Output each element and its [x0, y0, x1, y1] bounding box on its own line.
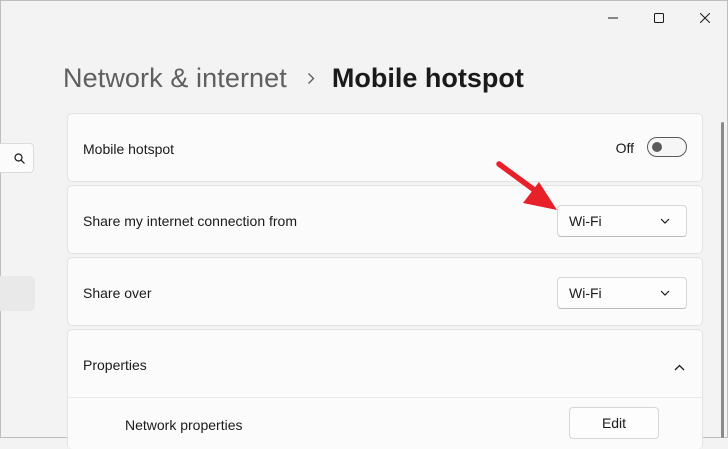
edit-button[interactable]: Edit	[569, 407, 659, 439]
toggle-state-label: Off	[615, 140, 634, 156]
title-bar-controls	[590, 0, 728, 36]
share-from-dropdown[interactable]: Wi-Fi	[557, 205, 687, 237]
chevron-up-icon[interactable]	[674, 358, 685, 376]
close-button[interactable]	[682, 0, 728, 36]
mobile-hotspot-card: Mobile hotspot Off	[67, 113, 703, 182]
minimize-icon	[608, 17, 618, 19]
toggle-knob	[652, 142, 662, 152]
divider	[68, 397, 702, 398]
share-from-value: Wi-Fi	[569, 213, 602, 229]
properties-header[interactable]: Properties	[68, 330, 702, 397]
maximize-button[interactable]	[636, 0, 682, 36]
mobile-hotspot-label: Mobile hotspot	[83, 141, 175, 157]
share-from-card: Share my internet connection from Wi-Fi	[67, 185, 703, 254]
share-over-value: Wi-Fi	[569, 285, 602, 301]
maximize-icon	[654, 13, 664, 23]
breadcrumb-parent-link[interactable]: Network & internet	[63, 63, 287, 94]
breadcrumb: Network & internet Mobile hotspot	[63, 58, 524, 98]
share-over-label: Share over	[83, 285, 152, 301]
share-over-dropdown[interactable]: Wi-Fi	[557, 277, 687, 309]
sidebar-item-selected[interactable]	[0, 276, 35, 311]
search-icon	[14, 152, 25, 164]
share-over-card: Share over Wi-Fi	[67, 257, 703, 326]
settings-search-input[interactable]	[0, 143, 34, 173]
properties-card: Properties Network properties Edit	[67, 329, 703, 449]
chevron-down-icon	[660, 215, 672, 227]
vertical-scrollbar[interactable]	[721, 122, 724, 438]
chevron-down-icon	[660, 287, 672, 299]
chevron-right-icon	[307, 72, 315, 85]
share-from-label: Share my internet connection from	[83, 213, 297, 229]
properties-label: Properties	[83, 357, 147, 373]
annotation-arrow-icon	[496, 161, 557, 210]
close-icon	[700, 13, 710, 23]
page-title: Mobile hotspot	[331, 62, 524, 93]
network-properties-label: Network properties	[125, 417, 243, 433]
minimize-button[interactable]	[590, 0, 636, 36]
mobile-hotspot-toggle[interactable]	[647, 137, 687, 157]
